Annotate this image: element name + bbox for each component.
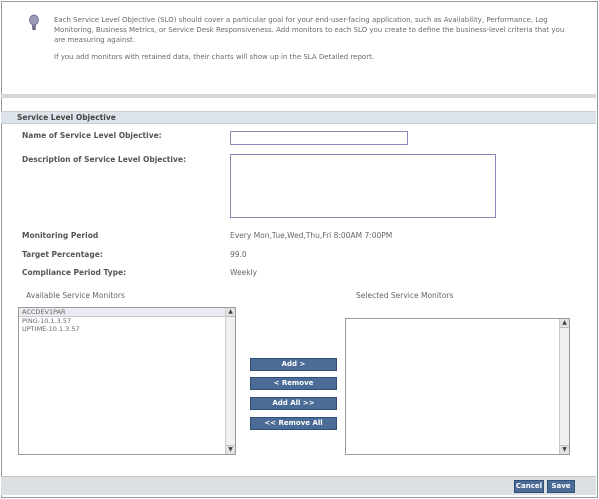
footer-bar: Cancel Save (1, 476, 596, 495)
list-item[interactable]: PING-10.1.3.57 (19, 317, 235, 325)
lightbulb-icon (29, 14, 39, 30)
save-button[interactable]: Save (547, 480, 575, 493)
available-monitors-list[interactable]: ACCDEV1PAR PING-10.1.3.57 UPTIME-10.1.3.… (18, 307, 236, 455)
compliance-period-value: Weekly (230, 268, 258, 277)
target-percentage-value: 99.0 (230, 250, 247, 259)
section-title: Service Level Objective (17, 113, 116, 122)
info-paragraph-2: If you add monitors with retained data, … (54, 53, 375, 61)
target-percentage-label: Target Percentage: (22, 250, 103, 259)
description-label: Description of Service Level Objective: (22, 155, 186, 164)
divider (1, 94, 596, 98)
list-item[interactable]: ACCDEV1PAR (19, 308, 235, 317)
name-input[interactable] (230, 131, 408, 145)
description-textarea[interactable] (230, 154, 496, 218)
scroll-up-icon[interactable]: ▲ (560, 319, 569, 328)
remove-button[interactable]: < Remove (250, 377, 337, 390)
compliance-period-label: Compliance Period Type: (22, 268, 127, 277)
scroll-up-icon[interactable]: ▲ (226, 308, 235, 317)
scroll-down-icon[interactable]: ▼ (560, 445, 569, 454)
selected-monitors-list[interactable]: ▲ ▼ (345, 318, 570, 455)
scroll-down-icon[interactable]: ▼ (226, 445, 235, 454)
info-paragraph-1: Each Service Level Objective (SLO) shoul… (54, 16, 565, 44)
name-label: Name of Service Level Objective: (22, 131, 162, 140)
available-monitors-title: Available Service Monitors (26, 291, 125, 300)
selected-list-scrollbar[interactable]: ▲ ▼ (559, 319, 569, 454)
available-list-scrollbar[interactable]: ▲ ▼ (225, 308, 235, 454)
list-item[interactable]: UPTIME-10.1.3.57 (19, 325, 235, 333)
section-header: Service Level Objective (1, 111, 596, 124)
monitoring-period-value: Every Mon,Tue,Wed,Thu,Fri 8:00AM 7:00PM (230, 231, 393, 240)
monitoring-period-label: Monitoring Period (22, 231, 99, 240)
selected-monitors-title: Selected Service Monitors (356, 291, 454, 300)
remove-all-button[interactable]: << Remove All (250, 417, 337, 430)
cancel-button[interactable]: Cancel (514, 480, 544, 493)
add-all-button[interactable]: Add All >> (250, 397, 337, 410)
info-text: Each Service Level Objective (SLO) shoul… (54, 15, 574, 62)
add-button[interactable]: Add > (250, 358, 337, 371)
